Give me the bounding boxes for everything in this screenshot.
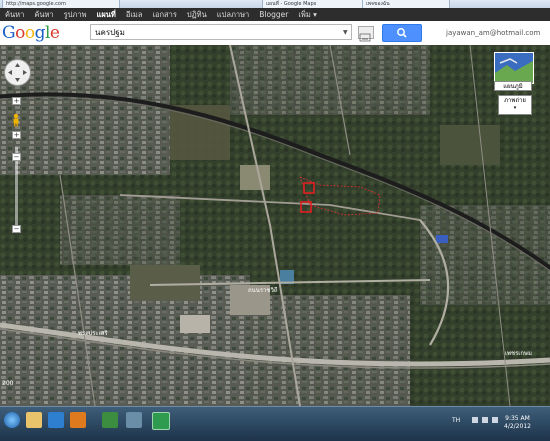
- logo-letter: e: [49, 23, 60, 43]
- pegman-icon[interactable]: [11, 113, 21, 127]
- map-type-label[interactable]: แผนภูมิ: [494, 81, 532, 91]
- search-button[interactable]: [382, 24, 422, 42]
- gbar-item-blogger[interactable]: Blogger: [254, 10, 293, 19]
- pan-arrows-icon: [8, 63, 27, 82]
- gbar-item[interactable]: ค้นหา: [0, 9, 29, 21]
- search-input[interactable]: นครปฐม: [90, 24, 352, 40]
- zoom-slider-thumb[interactable]: −: [12, 153, 21, 161]
- zoom-in-button[interactable]: +: [12, 97, 21, 105]
- google-nav-bar: ค้นหา ค้นหา รูปภาพ แผนที่ อีเมล เอกสาร ป…: [0, 8, 550, 21]
- satellite-map[interactable]: พระประเสริ เพชรเกษม ถนนราชวิถี 200 + + −…: [0, 45, 550, 406]
- start-button-icon[interactable]: [4, 412, 20, 428]
- gbar-item[interactable]: เอกสาร: [147, 9, 181, 21]
- search-dropdown-arrow-icon[interactable]: ▼: [343, 29, 348, 36]
- keyboard-icon-glyph: [359, 33, 371, 42]
- logo-letter: o: [24, 23, 35, 43]
- logo-letter: o: [15, 23, 25, 43]
- folder-icon[interactable]: [126, 412, 142, 428]
- pan-control[interactable]: [4, 59, 31, 86]
- clock-time: 9:35 AM: [505, 415, 530, 422]
- flag-icon[interactable]: [472, 417, 478, 423]
- logo-letter: g: [34, 23, 46, 43]
- internet-explorer-icon[interactable]: [48, 412, 64, 428]
- road-label-left: พระประเสริ: [78, 330, 108, 337]
- satellite-button-label: ภาพถ่าย: [504, 97, 526, 104]
- clock-date: 4/2/2012: [504, 423, 531, 430]
- map-thumbnail-icon: [495, 53, 533, 83]
- app-icon[interactable]: [102, 412, 118, 428]
- road-label-middle: ถนนราชวิถี: [248, 286, 278, 294]
- gbar-item[interactable]: ค้นหา: [29, 9, 58, 21]
- zoom-out-button[interactable]: −: [12, 225, 21, 233]
- search-header: Google นครปฐม ▼ jayawan_am@hotmail.com: [0, 21, 550, 46]
- search-icon: [397, 28, 407, 38]
- gbar-item[interactable]: อีเมล: [121, 9, 148, 21]
- google-logo[interactable]: Google: [2, 23, 60, 43]
- gbar-item-more[interactable]: เพิ่ม ▾: [293, 9, 322, 21]
- media-player-icon[interactable]: [70, 412, 86, 428]
- user-email[interactable]: jayawan_am@hotmail.com: [446, 29, 540, 37]
- gbar-item[interactable]: รูปภาพ: [59, 9, 92, 21]
- map-type-thumbnail[interactable]: [494, 52, 534, 84]
- system-clock[interactable]: 9:35 AM 4/2/2012: [504, 415, 531, 431]
- chevron-down-icon: ▾: [513, 105, 517, 111]
- gbar-item[interactable]: ปฏิทิน: [182, 9, 212, 21]
- language-indicator[interactable]: TH: [452, 417, 460, 424]
- gbar-item[interactable]: แปลภาษา: [212, 9, 255, 21]
- keyboard-icon[interactable]: [358, 26, 374, 42]
- road-label-right: เพชรเกษม: [505, 350, 532, 357]
- satellite-button[interactable]: ภาพถ่าย ▾: [498, 95, 532, 115]
- zoom-in-small-button[interactable]: +: [12, 131, 21, 139]
- volume-icon[interactable]: [492, 417, 498, 423]
- gbar-item-maps[interactable]: แผนที่: [92, 9, 121, 21]
- logo-letter: G: [2, 23, 16, 43]
- access-icon[interactable]: [152, 412, 170, 430]
- explorer-icon[interactable]: [26, 412, 42, 428]
- taskbar: TH 9:35 AM 4/2/2012: [0, 406, 550, 441]
- satellite-imagery[interactable]: พระประเสริ เพชรเกษม ถนนราชวิถี 200: [0, 45, 550, 406]
- network-icon[interactable]: [482, 417, 488, 423]
- scale-label: 200: [2, 380, 14, 387]
